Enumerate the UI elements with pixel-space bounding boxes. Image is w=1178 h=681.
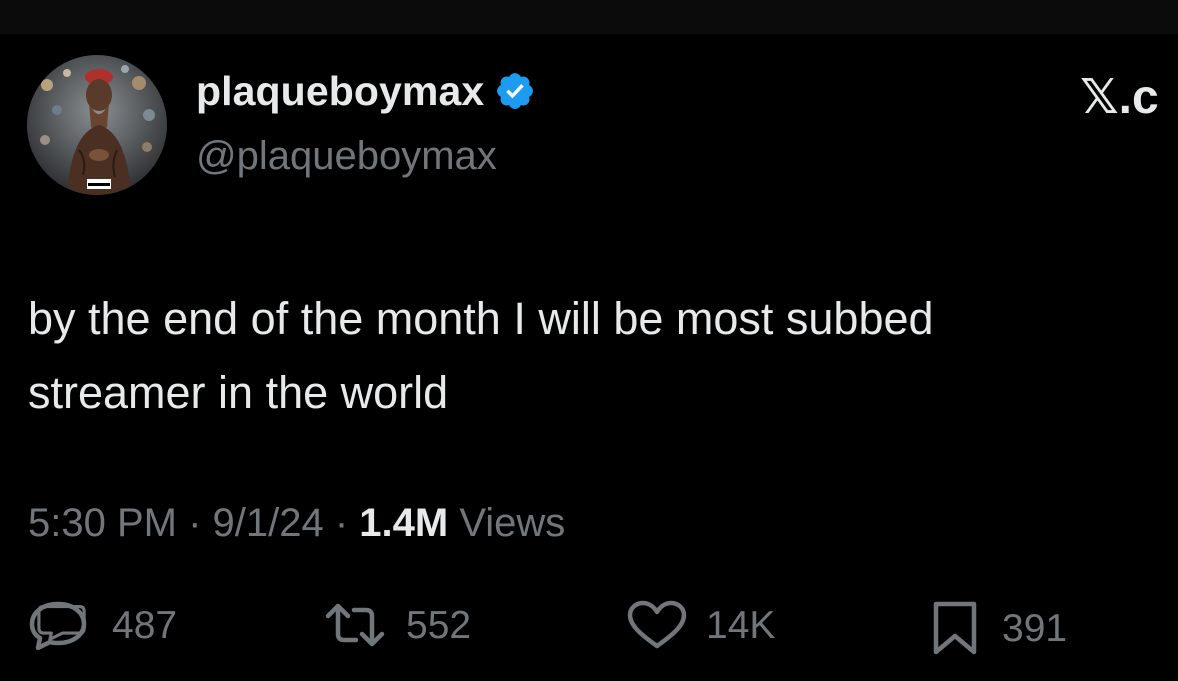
meta-separator: · [176,501,213,545]
meta-separator: · [323,501,360,545]
x-logo-icon: 𝕏.c [1080,71,1159,124]
tweet-screenshot: plaqueboymax @plaqueboymax 𝕏.c by the en… [0,0,1178,681]
top-strip [0,0,1178,34]
heart-icon [626,600,688,650]
display-name[interactable]: plaqueboymax [196,70,484,112]
views-label: Views [448,501,566,545]
like-button[interactable]: 14K [626,600,775,650]
views-count: 1.4M [359,501,449,545]
tweet-meta: 5:30 PM · 9/1/24 · 1.4M Views [28,503,565,543]
display-name-row: plaqueboymax [196,70,536,112]
speech-bubble-icon [28,600,94,650]
reply-button[interactable]: 487 [28,600,177,650]
bookmark-button[interactable]: 391 [928,600,1067,656]
repost-button[interactable]: 552 [322,600,471,650]
tweet-text-line-2: streamer in the world [28,367,449,418]
tweet-time[interactable]: 5:30 PM [28,501,177,545]
bookmark-count: 391 [1002,606,1068,650]
reply-count: 487 [112,603,178,647]
tweet-date[interactable]: 9/1/24 [213,501,324,545]
like-count: 14K [706,603,776,647]
retweet-arrows-icon [322,600,388,650]
verified-badge-icon [494,70,536,112]
avatar[interactable] [27,55,167,195]
tweet-text: by the end of the month I will be most s… [28,282,1148,430]
repost-count: 552 [406,603,472,647]
bookmark-icon [928,600,984,656]
tweet-text-line-1: by the end of the month I will be most s… [28,293,934,344]
action-bar: 487 552 14K 391 [0,600,1178,660]
handle[interactable]: @plaqueboymax [196,136,497,176]
